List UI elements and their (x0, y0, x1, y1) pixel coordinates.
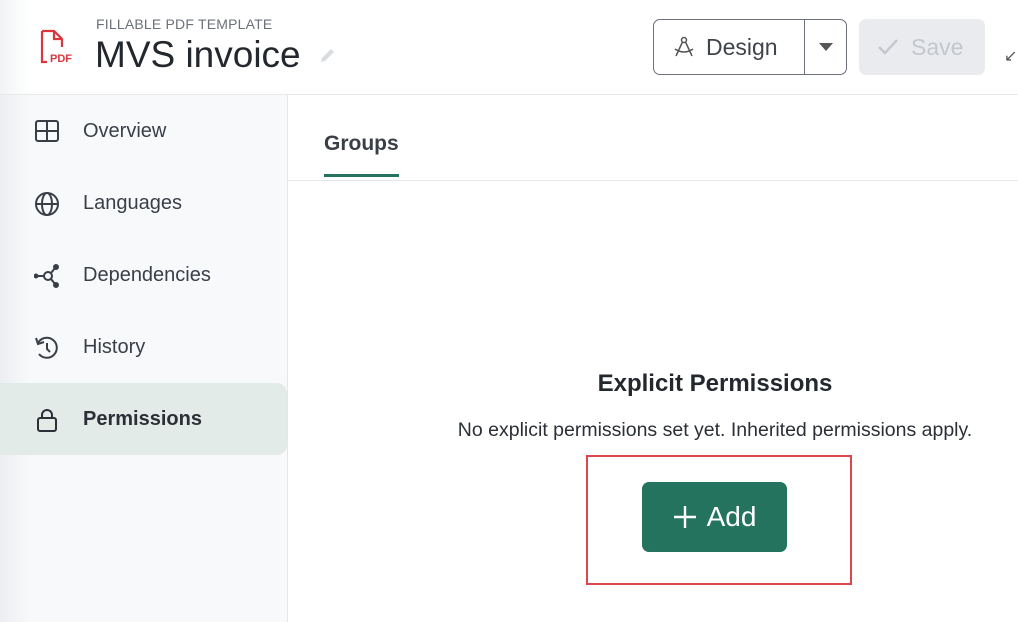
save-button[interactable]: Save (859, 19, 985, 75)
sidebar-item-label: History (83, 335, 146, 358)
design-dropdown-toggle[interactable] (805, 20, 846, 74)
design-split-button: Design (653, 19, 847, 75)
history-icon (35, 336, 58, 359)
tab-bar: Groups (288, 95, 1018, 181)
sidebar-item-label: Overview (83, 119, 167, 142)
sidebar-item-overview[interactable]: Overview (0, 95, 287, 167)
template-type: FILLABLE PDF TEMPLATE (96, 16, 273, 32)
permissions-heading: Explicit Permissions (597, 370, 833, 397)
grid-icon (35, 120, 59, 142)
permissions-description: No explicit permissions set yet. Inherit… (457, 419, 973, 441)
sidebar-item-history[interactable]: History (0, 311, 287, 383)
tab-groups[interactable]: Groups (324, 132, 399, 177)
collapse-icon[interactable]: ↙ (1004, 46, 1017, 66)
header: PDF FILLABLE PDF TEMPLATE MVS invoice De… (0, 0, 1018, 95)
lock-icon (37, 409, 57, 432)
sidebar-item-dependencies[interactable]: Dependencies (0, 239, 287, 311)
plus-icon (673, 506, 696, 528)
compass-icon (674, 36, 694, 57)
network-icon (34, 264, 59, 288)
sidebar-item-languages[interactable]: Languages (0, 167, 287, 239)
sidebar-item-permissions[interactable]: Permissions (0, 383, 287, 455)
add-label: Add (706, 501, 757, 532)
svg-text:PDF: PDF (50, 53, 72, 65)
sidebar: Overview Languages Dependencies History … (0, 95, 288, 622)
globe-icon (35, 192, 59, 216)
design-button[interactable]: Design (654, 20, 805, 74)
pdf-file-icon: PDF (40, 29, 72, 65)
design-label: Design (706, 33, 778, 60)
save-label: Save (911, 33, 964, 60)
caret-down-icon (818, 43, 833, 51)
sidebar-item-label: Permissions (83, 407, 202, 430)
sidebar-item-label: Languages (83, 191, 182, 214)
check-icon (878, 39, 898, 55)
edit-title-icon[interactable] (318, 45, 338, 65)
add-permission-button[interactable]: Add (642, 482, 787, 552)
page-title: MVS invoice (95, 34, 301, 75)
sidebar-item-label: Dependencies (83, 263, 211, 286)
